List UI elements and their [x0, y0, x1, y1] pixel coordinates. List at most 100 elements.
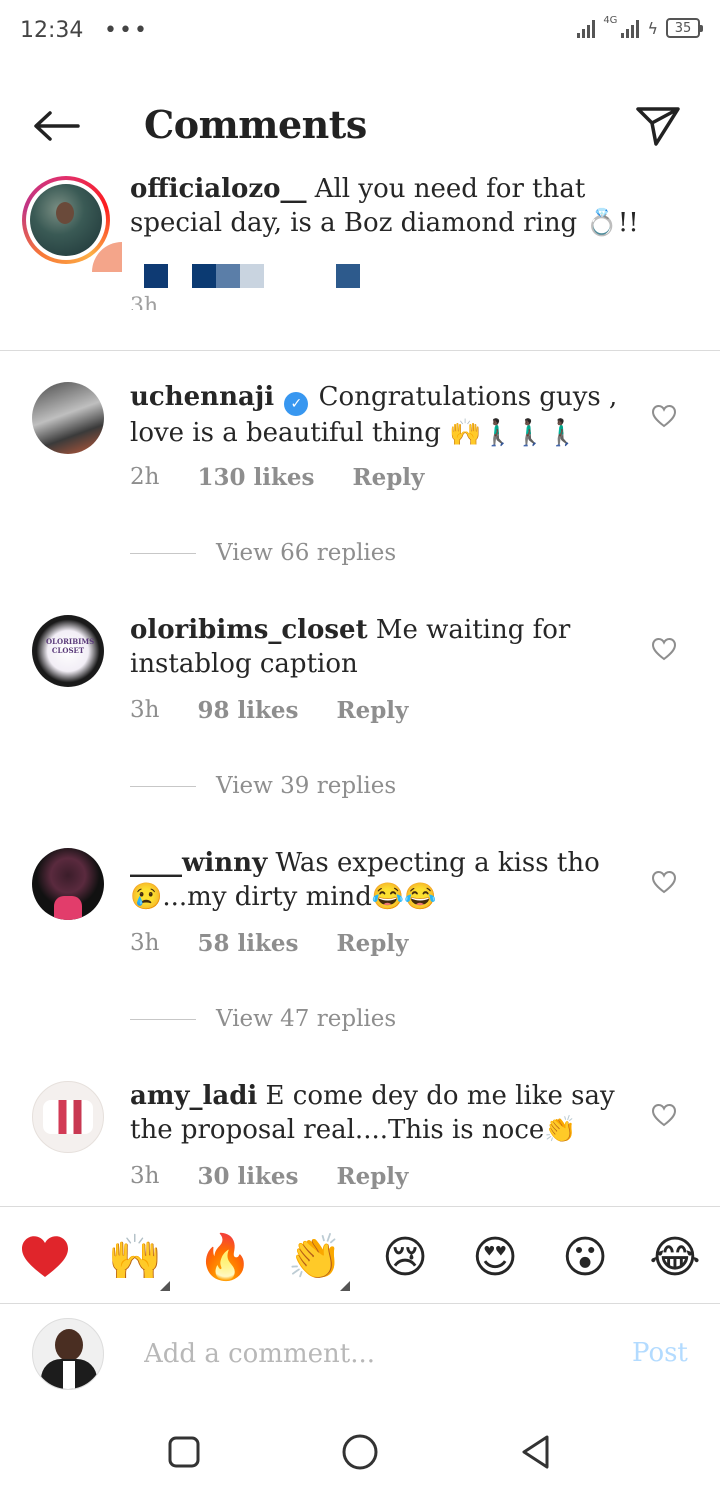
view-replies-link[interactable]: View 39 replies [130, 773, 396, 799]
page-title: Comments [144, 102, 367, 147]
like-comment-button[interactable] [650, 402, 678, 430]
comment-username[interactable]: amy_ladi [130, 1081, 257, 1111]
signal-icon-2 [621, 18, 640, 38]
comment-text: uchennaji ✓ Congratulations guys , love … [130, 380, 620, 450]
recent-apps-button[interactable] [164, 1432, 204, 1472]
view-replies-link[interactable]: View 47 replies [130, 1006, 396, 1032]
comment-likes[interactable]: 98 likes [197, 697, 298, 724]
reaction-fire-button[interactable]: 🔥 [195, 1227, 255, 1287]
crying-face-icon: 😢 [382, 1231, 428, 1283]
avatar[interactable]: OLORIBIMS CLOSET [32, 615, 104, 687]
heart-outline-icon [651, 1103, 677, 1127]
comment-username[interactable]: oloribims_closet [130, 615, 368, 645]
comment-time: 3h [130, 1163, 160, 1189]
view-replies-label: View 39 replies [216, 773, 397, 799]
heart-outline-icon [651, 870, 677, 894]
home-button[interactable] [340, 1432, 380, 1472]
comment-meta: 3h 98 likes Reply [130, 697, 408, 724]
view-replies-label: View 66 replies [216, 540, 397, 566]
square-icon [168, 1436, 200, 1468]
caption-divider [0, 350, 720, 351]
heart-outline-icon [651, 637, 677, 661]
avatar-shirt [54, 896, 82, 920]
network-type: 4G [603, 14, 618, 26]
clapping-hands-icon: 👏 [287, 1232, 343, 1283]
comment-text: oloribims_closet Me waiting for instablo… [130, 613, 620, 681]
tears-of-joy-icon: 😂 [649, 1231, 701, 1283]
status-notification-dots: ••• [104, 18, 149, 43]
avatar-head [55, 1329, 83, 1361]
avatar[interactable] [32, 382, 104, 454]
arrow-left-icon [34, 111, 80, 141]
comment-meta: 3h 58 likes Reply [130, 930, 408, 957]
view-replies-label: View 47 replies [216, 1006, 397, 1032]
heart-eyes-icon: 😍 [472, 1231, 518, 1283]
add-comment-bar: Post [0, 1304, 720, 1404]
caption-username[interactable]: officialozo__ [130, 174, 306, 204]
avatar[interactable] [32, 1081, 104, 1153]
avatar-logo-text: OLORIBIMS CLOSET [46, 637, 95, 655]
skin-tone-indicator-icon [160, 1281, 170, 1291]
caption-avatar[interactable] [22, 176, 110, 264]
post-caption: officialozo__ All you need for that spec… [0, 168, 720, 350]
my-avatar [32, 1318, 104, 1390]
comment-likes[interactable]: 30 likes [197, 1163, 298, 1190]
comment-username[interactable]: uchennaji [130, 382, 274, 412]
reaction-heart-button[interactable] [15, 1227, 75, 1287]
reaction-laughing-button[interactable]: 😂 [645, 1227, 705, 1287]
reaction-raising-hands-button[interactable]: 🙌 [105, 1227, 165, 1287]
heart-outline-icon [651, 404, 677, 428]
reply-button[interactable]: Reply [336, 1163, 408, 1190]
charging-icon: ϟ [647, 18, 658, 38]
circle-icon [342, 1434, 378, 1470]
reaction-heart-eyes-button[interactable]: 😍 [465, 1227, 525, 1287]
comment-time: 3h [130, 697, 160, 723]
post-button[interactable]: Post [632, 1338, 688, 1368]
reaction-surprised-button[interactable]: 😮 [555, 1227, 615, 1287]
reply-button[interactable]: Reply [352, 464, 424, 491]
like-comment-button[interactable] [650, 868, 678, 896]
like-comment-button[interactable] [650, 1101, 678, 1129]
avatar-shirt [63, 1361, 75, 1389]
quick-reaction-bar: 🙌 🔥 👏 😢 😍 😮 😂 [0, 1206, 720, 1304]
raising-hands-icon: 🙌 [107, 1232, 163, 1283]
back-nav-button[interactable] [516, 1432, 556, 1472]
fire-icon: 🔥 [197, 1232, 253, 1283]
share-button[interactable] [632, 100, 684, 152]
comment-text: amy_ladi E come dey do me like say the p… [130, 1079, 620, 1147]
paper-plane-icon [636, 107, 680, 146]
status-time: 12:34 [20, 18, 84, 43]
battery-icon: 35 [666, 18, 703, 38]
comment-time: 3h [130, 930, 160, 956]
avatar[interactable] [32, 848, 104, 920]
surprised-face-icon: 😮 [562, 1231, 608, 1283]
view-replies-link[interactable]: View 66 replies [130, 540, 396, 566]
replies-line [130, 552, 196, 554]
reply-button[interactable]: Reply [336, 697, 408, 724]
comment-likes[interactable]: 58 likes [197, 930, 298, 957]
reaction-clapping-button[interactable]: 👏 [285, 1227, 345, 1287]
comment-likes[interactable]: 130 likes [197, 464, 314, 491]
comment-input[interactable] [144, 1334, 594, 1374]
comment-time: 2h [130, 464, 160, 490]
caption-text: officialozo__ All you need for that spec… [130, 172, 670, 240]
reply-button[interactable]: Reply [336, 930, 408, 957]
comment-meta: 2h 130 likes Reply [130, 464, 424, 491]
like-comment-button[interactable] [650, 635, 678, 663]
comment-text: ____winny Was expecting a kiss tho 😢...m… [130, 846, 620, 914]
comment-meta: 3h 30 likes Reply [130, 1163, 408, 1190]
system-navigation-bar [0, 1404, 720, 1500]
triangle-back-icon [522, 1435, 549, 1469]
verified-badge-icon: ✓ [284, 392, 309, 416]
caption-time: 3h [130, 294, 159, 310]
reaction-crying-button[interactable]: 😢 [375, 1227, 435, 1287]
status-indicators: 4G ϟ 35 [577, 14, 703, 38]
skin-tone-indicator-icon [340, 1281, 350, 1291]
status-bar: 12:34 ••• 4G ϟ 35 [0, 0, 720, 64]
avatar-shirt [43, 1100, 93, 1134]
comment-username[interactable]: ____winny [130, 848, 267, 878]
heart-icon [22, 1236, 68, 1277]
back-button[interactable] [30, 100, 82, 152]
caption-blurred-text [144, 264, 360, 288]
replies-line [130, 1018, 196, 1020]
